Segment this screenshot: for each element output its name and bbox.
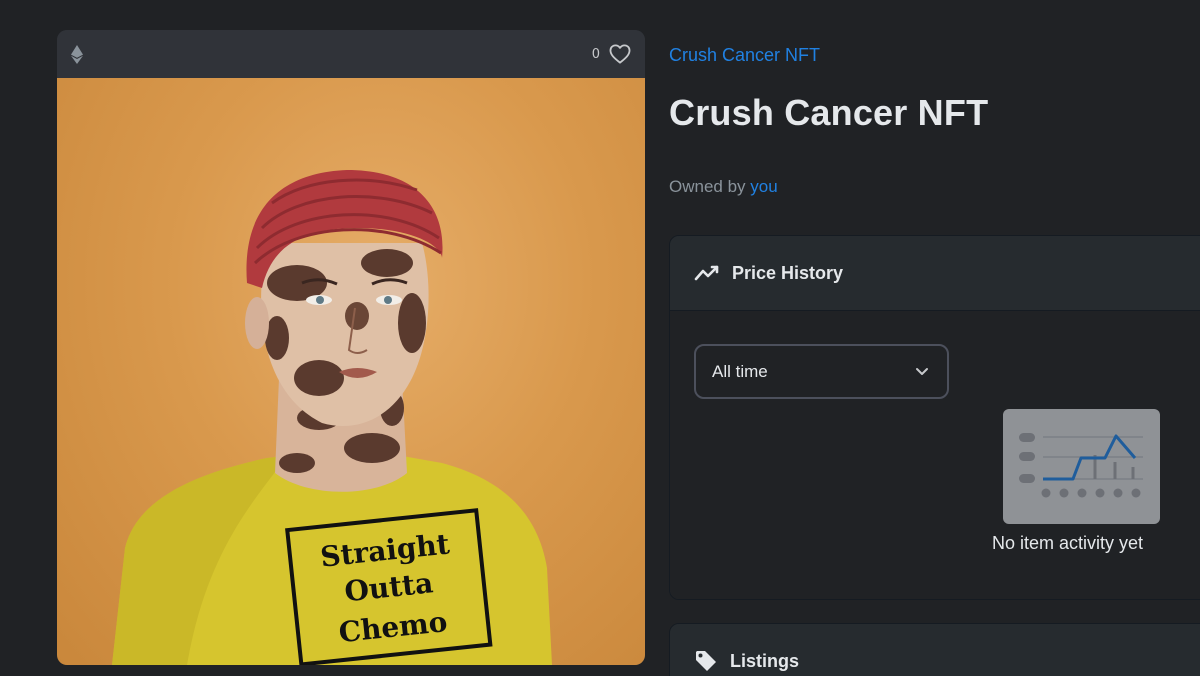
ethereum-icon xyxy=(71,44,83,64)
listings-panel: Listings xyxy=(669,623,1200,676)
price-history-body: All time No item activity yet xyxy=(670,311,1200,599)
media-card-header: 0 xyxy=(57,30,645,78)
item-title: Crush Cancer NFT xyxy=(669,92,989,133)
empty-chart-illustration-icon xyxy=(1003,409,1160,524)
empty-activity-message: No item activity yet xyxy=(992,533,1144,553)
listings-title: Listings xyxy=(730,650,800,671)
owner-prefix: Owned by xyxy=(669,177,746,196)
time-range-value: All time xyxy=(712,361,768,381)
tag-icon xyxy=(696,651,716,671)
collection-link[interactable]: Crush Cancer NFT xyxy=(669,45,820,66)
owner-line: Owned by you xyxy=(669,177,778,197)
trend-line-icon xyxy=(694,265,719,281)
nft-artwork-image[interactable]: Straight Outta Chemo xyxy=(57,78,645,665)
favorite-count: 0 xyxy=(591,46,600,62)
time-range-select[interactable]: All time xyxy=(694,344,949,399)
chevron-down-icon xyxy=(916,368,928,375)
listings-header[interactable]: Listings xyxy=(670,624,1200,676)
heart-icon[interactable] xyxy=(609,44,631,64)
price-history-panel: Price History All time No item activity … xyxy=(669,235,1200,600)
nft-media-card: 0 Straight Outta Chemo xyxy=(57,30,645,665)
owner-link[interactable]: you xyxy=(750,177,777,196)
price-history-title: Price History xyxy=(732,262,844,283)
price-history-header[interactable]: Price History xyxy=(670,236,1200,311)
favorite-control: 0 xyxy=(592,44,631,64)
